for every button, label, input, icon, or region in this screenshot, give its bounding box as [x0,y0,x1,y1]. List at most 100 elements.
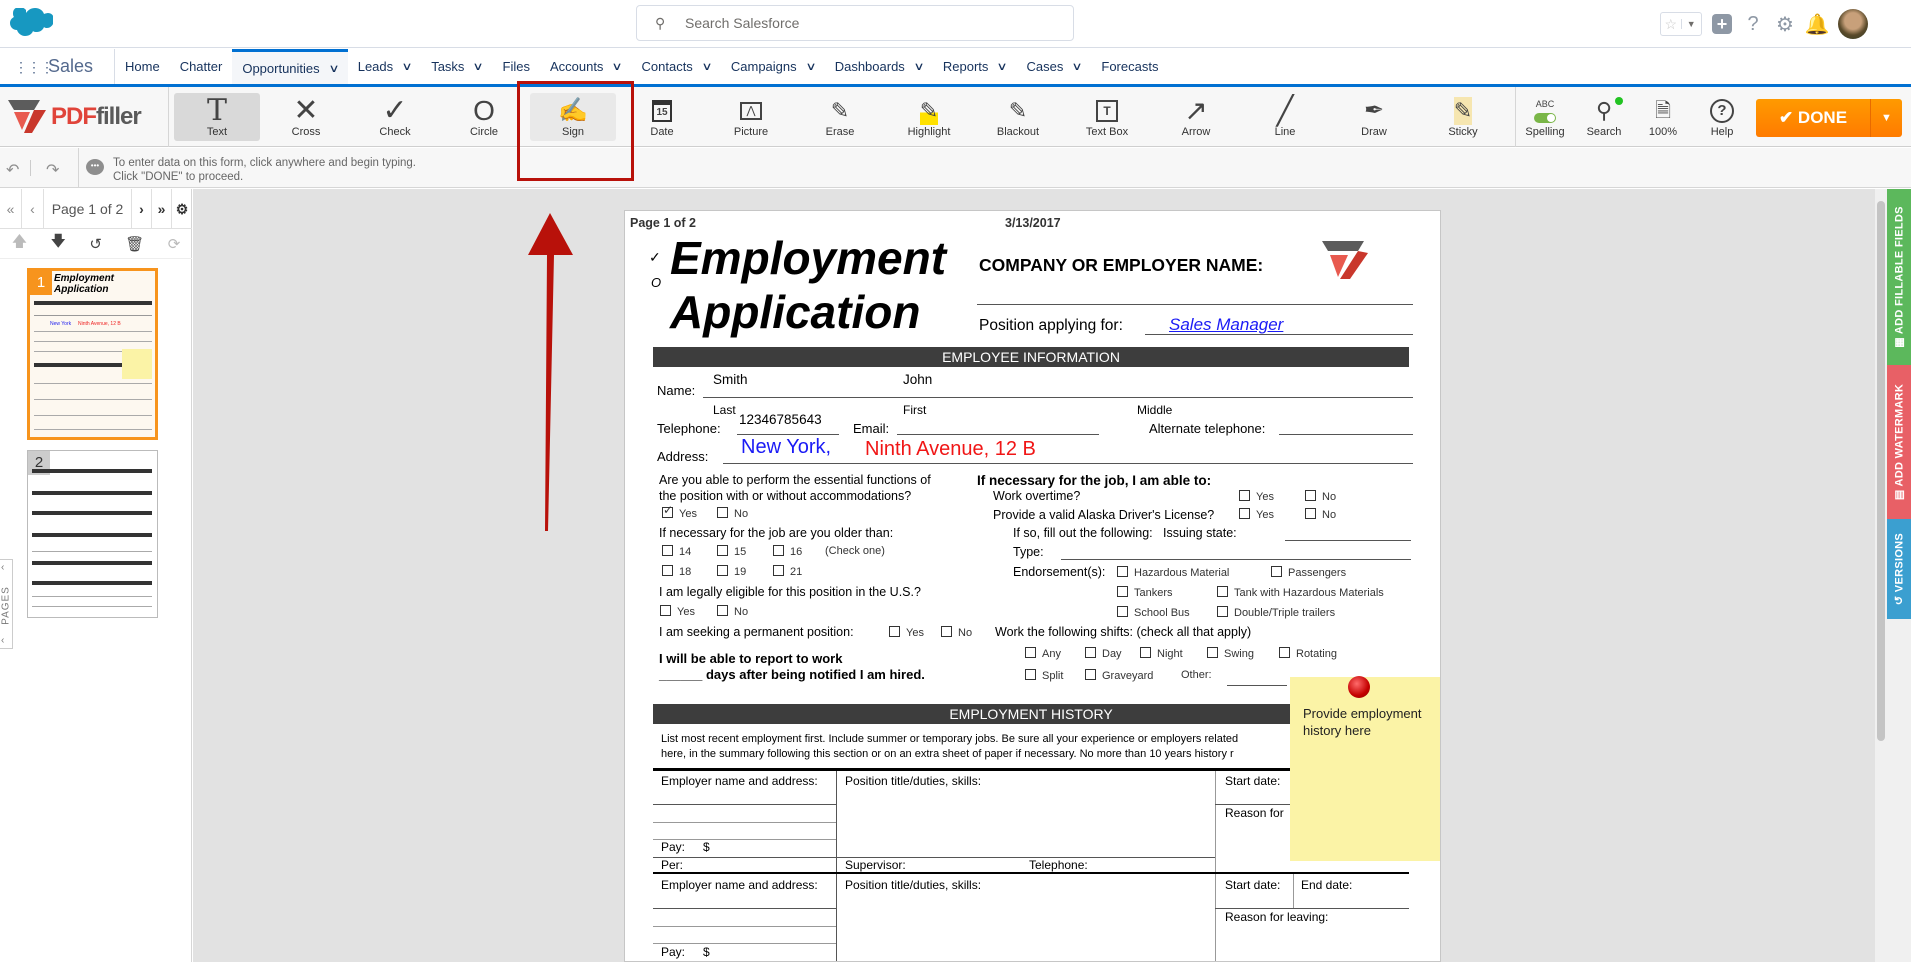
tool-text-box[interactable]: T Text Box [1064,93,1150,141]
tool-cross[interactable]: ✕ Cross [263,93,349,141]
tool-arrow[interactable]: ↗ Arrow [1153,93,1239,141]
shift-rotating[interactable]: Rotating [1279,647,1337,660]
position-value[interactable]: Sales Manager [1169,315,1283,335]
checkbox[interactable] [773,545,784,556]
tool-help[interactable]: ? Help [1679,93,1765,141]
checkbox[interactable] [1117,566,1128,577]
checkbox[interactable] [1085,669,1096,680]
checkbox[interactable] [1085,647,1096,658]
move-page-down-icon[interactable]: 🡇 [51,231,66,256]
tool-draw[interactable]: ✒ Draw [1331,93,1417,141]
nav-tab-files[interactable]: Files [493,49,540,84]
last-name-value[interactable]: Smith [713,372,748,387]
nav-tab-opportunities[interactable]: Opportunities ∨ [232,49,348,84]
last-page-icon[interactable]: » [152,188,172,229]
checkbox[interactable] [662,545,673,556]
shift-split[interactable]: Split [1025,669,1063,682]
checkbox[interactable] [1140,647,1151,658]
tool-blackout[interactable]: ✎ Blackout [975,93,1061,141]
nav-tab-forecasts[interactable]: Forecasts [1091,49,1168,84]
nav-tab-chatter[interactable]: Chatter [170,49,233,84]
alternate-telephone-field[interactable] [1279,434,1413,435]
add-watermark-tab[interactable]: ▤ ADD WATERMARK [1887,365,1911,519]
move-page-up-icon[interactable]: 🡅 [12,231,27,256]
checkbox[interactable] [717,507,728,518]
overtime-yes[interactable]: Yes [1239,490,1274,503]
accommodations-no[interactable]: No [717,507,748,520]
issuing-state-field[interactable] [1285,540,1411,541]
undo-icon[interactable]: ↶ [6,160,19,180]
chevron-down-icon[interactable]: ∨ [1072,60,1083,73]
chevron-down-icon[interactable]: ∨ [997,60,1008,73]
checkbox[interactable] [941,626,952,637]
tool-highlight[interactable]: ✎ Highlight [886,93,972,141]
done-dropdown-caret-icon[interactable]: ▼ [1870,99,1902,137]
nav-tab-campaigns[interactable]: Campaigns ∨ [721,49,825,84]
endorsement-double-triple[interactable]: Double/Triple trailers [1217,606,1335,619]
age-19[interactable]: 19 [717,565,746,578]
refresh-icon[interactable]: ⟳ [168,235,181,253]
telephone-value[interactable]: 12346785643 [739,412,822,427]
company-name-field[interactable] [977,304,1413,305]
endorsement-tankers[interactable]: Tankers [1117,586,1173,599]
toggle-switch-icon[interactable] [1534,113,1556,123]
other-shift-field[interactable] [1227,685,1287,686]
age-14[interactable]: 14 [662,545,691,558]
prev-page-icon[interactable]: ‹ [22,188,44,229]
checkbox[interactable] [1117,606,1128,617]
endorsement-hazardous-material[interactable]: Hazardous Material [1117,566,1229,579]
nav-tab-dashboards[interactable]: Dashboards ∨ [825,49,933,84]
app-launcher-icon[interactable]: ⋮⋮⋮ [14,60,54,74]
add-icon[interactable]: + [1712,14,1732,34]
checkbox[interactable] [1271,566,1282,577]
overtime-no[interactable]: No [1305,490,1336,503]
page-thumbnail-1[interactable]: 1 Employment Application New York Ninth A… [27,268,158,440]
tool-check[interactable]: ✓ Check [352,93,438,141]
license-yes[interactable]: Yes [1239,508,1274,521]
endorsement-tank-hazardous[interactable]: Tank with Hazardous Materials [1217,586,1384,599]
delete-page-trash-icon[interactable]: 🗑 [125,235,144,253]
age-15[interactable]: 15 [717,545,746,558]
checkbox[interactable] [1239,490,1250,501]
chevron-down-icon[interactable]: ∨ [913,60,924,73]
nav-tab-contacts[interactable]: Contacts ∨ [632,49,721,84]
nav-tab-accounts[interactable]: Accounts ∨ [540,49,632,84]
sticky-note-text[interactable]: Provide employment history here [1303,705,1433,739]
address-city-value[interactable]: New York, [741,436,831,459]
eligible-yes[interactable]: Yes [660,605,695,618]
chevron-down-icon[interactable]: ∨ [402,60,413,73]
pages-panel-toggle[interactable]: ‹ PAGES ‹ [0,559,13,649]
shift-night[interactable]: Night [1140,647,1183,660]
check-mark-annotation[interactable]: ✓ [649,249,661,266]
checkbox[interactable] [773,565,784,576]
age-21[interactable]: 21 [773,565,802,578]
vertical-scrollbar[interactable] [1875,189,1887,962]
first-name-value[interactable]: John [903,372,932,387]
chevron-down-icon[interactable]: ∨ [805,60,816,73]
tool-sticky[interactable]: ✎ Sticky [1420,93,1506,141]
license-no[interactable]: No [1305,508,1336,521]
employer-address-line-1[interactable] [653,804,836,805]
chevron-down-icon[interactable]: ∨ [328,62,339,75]
circle-annotation[interactable]: O [651,275,661,290]
global-search-input[interactable]: ⚲ Search Salesforce [636,5,1074,41]
checkbox[interactable] [1117,586,1128,597]
tool-line[interactable]: ╱ Line [1242,93,1328,141]
eligible-no[interactable]: No [717,605,748,618]
email-field[interactable] [897,434,1099,435]
tool-circle[interactable]: O Circle [441,93,527,141]
setup-gear-icon[interactable]: ⚙ [1774,13,1796,36]
app-launcher[interactable]: ⋮⋮⋮ Sales [0,49,115,84]
employer-address-line-1[interactable] [653,908,836,909]
checkbox[interactable] [1025,647,1036,658]
next-page-icon[interactable]: › [132,188,152,229]
page-settings-gear-icon[interactable]: ⚙ [172,189,192,229]
endorsement-school-bus[interactable]: School Bus [1117,606,1190,619]
nav-tab-home[interactable]: Home [115,49,170,84]
page-thumbnail-2[interactable]: 2 [27,450,158,618]
chevron-down-icon[interactable]: ▼ [1680,19,1702,29]
checkbox-checked[interactable]: ✓ [662,503,673,518]
scrollbar-thumb[interactable] [1877,201,1885,741]
address-street-value[interactable]: Ninth Avenue, 12 B [865,438,1036,461]
chevron-down-icon[interactable]: ∨ [473,60,484,73]
